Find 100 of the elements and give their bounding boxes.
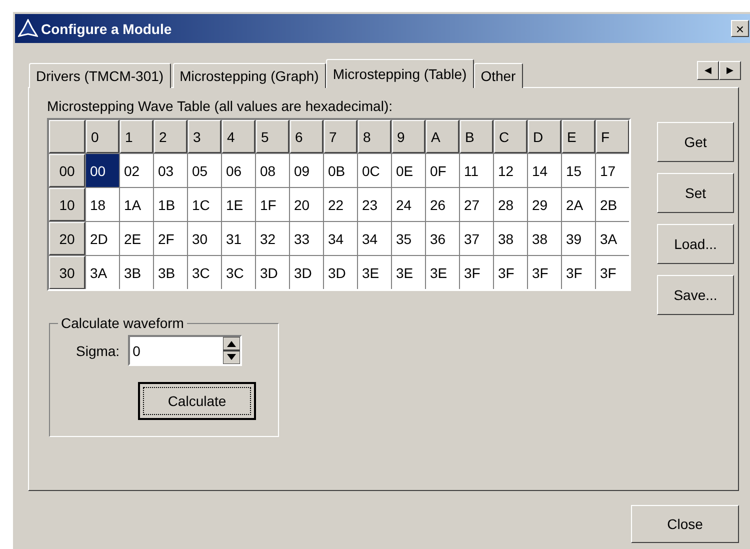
- table-cell[interactable]: 3A: [86, 256, 119, 289]
- table-cell[interactable]: 3F: [596, 256, 629, 289]
- tab-scroll-button[interactable]: ◀: [697, 61, 719, 80]
- column-header: 7: [324, 120, 357, 153]
- corner-cell: [49, 120, 85, 153]
- window-title: Configure a Module: [41, 20, 173, 36]
- table-cell[interactable]: 1F: [256, 188, 289, 221]
- column-header: 1: [120, 120, 153, 153]
- table-cell[interactable]: 3E: [426, 256, 459, 289]
- table-cell[interactable]: 26: [426, 188, 459, 221]
- table-cell[interactable]: 3A: [596, 222, 629, 255]
- logo-icon: [18, 18, 38, 38]
- table-cell[interactable]: 35: [392, 222, 425, 255]
- column-header: 6: [290, 120, 323, 153]
- table-cell[interactable]: 15: [562, 154, 595, 187]
- tab[interactable]: Drivers (TMCM-301): [29, 63, 171, 88]
- action-button[interactable]: Set: [657, 173, 734, 213]
- table-cell[interactable]: 23: [358, 188, 391, 221]
- table-cell[interactable]: 18: [86, 188, 119, 221]
- column-header: 4: [222, 120, 255, 153]
- table-cell[interactable]: 3F: [494, 256, 527, 289]
- table-cell[interactable]: 29: [528, 188, 561, 221]
- table-cell[interactable]: 31: [222, 222, 255, 255]
- tab-scroll-button[interactable]: ▶: [719, 61, 741, 80]
- sigma-label: Sigma:: [76, 342, 120, 358]
- table-cell[interactable]: 11: [460, 154, 493, 187]
- table-cell[interactable]: 34: [324, 222, 357, 255]
- column-header: B: [460, 120, 493, 153]
- table-cell[interactable]: 2E: [120, 222, 153, 255]
- table-cell[interactable]: 0F: [426, 154, 459, 187]
- row-header: 30: [49, 256, 85, 289]
- table-cell[interactable]: 3F: [562, 256, 595, 289]
- table-cell[interactable]: 20: [290, 188, 323, 221]
- column-header: 2: [154, 120, 187, 153]
- table-cell[interactable]: 02: [120, 154, 153, 187]
- table-cell[interactable]: 37: [460, 222, 493, 255]
- table-cell[interactable]: 22: [324, 188, 357, 221]
- table-cell[interactable]: 2B: [596, 188, 629, 221]
- table-cell[interactable]: 32: [256, 222, 289, 255]
- column-header: 9: [392, 120, 425, 153]
- table-cell[interactable]: 28: [494, 188, 527, 221]
- table-cell[interactable]: 1E: [222, 188, 255, 221]
- table-cell[interactable]: 06: [222, 154, 255, 187]
- table-cell[interactable]: 30: [188, 222, 221, 255]
- table-cell[interactable]: 34: [358, 222, 391, 255]
- table-cell[interactable]: 3B: [120, 256, 153, 289]
- table-cell[interactable]: 2D: [86, 222, 119, 255]
- table-cell[interactable]: 1A: [120, 188, 153, 221]
- tab[interactable]: Other: [474, 63, 523, 88]
- table-cell[interactable]: 3D: [256, 256, 289, 289]
- table-cell[interactable]: 3B: [154, 256, 187, 289]
- tab[interactable]: Microstepping (Table): [326, 59, 474, 88]
- table-cell[interactable]: 3F: [528, 256, 561, 289]
- table-cell[interactable]: 3E: [358, 256, 391, 289]
- action-button[interactable]: Load...: [657, 224, 734, 264]
- table-cell[interactable]: 1B: [154, 188, 187, 221]
- sigma-value: 0: [132, 342, 142, 358]
- table-cell[interactable]: 3D: [290, 256, 323, 289]
- table-cell[interactable]: 2A: [562, 188, 595, 221]
- table-cell[interactable]: 2F: [154, 222, 187, 255]
- table-cell[interactable]: 3C: [222, 256, 255, 289]
- table-cell[interactable]: 33: [290, 222, 323, 255]
- table-cell[interactable]: 24: [392, 188, 425, 221]
- table-cell[interactable]: 0E: [392, 154, 425, 187]
- table-cell[interactable]: 08: [256, 154, 289, 187]
- table-cell[interactable]: 00: [86, 154, 119, 187]
- table-cell[interactable]: 17: [596, 154, 629, 187]
- column-header: D: [528, 120, 561, 153]
- tab[interactable]: Microstepping (Graph): [172, 63, 326, 88]
- group-title: Calculate waveform: [60, 315, 185, 331]
- table-cell[interactable]: 3F: [460, 256, 493, 289]
- table-caption: Microstepping Wave Table (all values are hexadecimal):: [47, 98, 394, 114]
- close-button[interactable]: Close: [631, 505, 739, 543]
- column-header: C: [494, 120, 527, 153]
- table-cell[interactable]: 0B: [324, 154, 357, 187]
- sigma-spinbox[interactable]: 0: [128, 335, 242, 366]
- close-icon[interactable]: ×: [731, 20, 749, 37]
- table-cell[interactable]: 0C: [358, 154, 391, 187]
- table-cell[interactable]: 38: [494, 222, 527, 255]
- action-button[interactable]: Save...: [657, 275, 734, 315]
- row-header: 00: [49, 154, 85, 187]
- spin-arrows-icon[interactable]: [222, 337, 240, 364]
- table-cell[interactable]: 38: [528, 222, 561, 255]
- table-cell[interactable]: 12: [494, 154, 527, 187]
- table-cell[interactable]: 36: [426, 222, 459, 255]
- calculate-button[interactable]: Calculate: [138, 382, 256, 420]
- column-header: 8: [358, 120, 391, 153]
- table-cell[interactable]: 27: [460, 188, 493, 221]
- table-cell[interactable]: 05: [188, 154, 221, 187]
- table-cell[interactable]: 39: [562, 222, 595, 255]
- column-header: 3: [188, 120, 221, 153]
- column-header: A: [426, 120, 459, 153]
- table-cell[interactable]: 3D: [324, 256, 357, 289]
- table-cell[interactable]: 3E: [392, 256, 425, 289]
- table-cell[interactable]: 3C: [188, 256, 221, 289]
- table-cell[interactable]: 03: [154, 154, 187, 187]
- table-cell[interactable]: 09: [290, 154, 323, 187]
- table-cell[interactable]: 1C: [188, 188, 221, 221]
- table-cell[interactable]: 14: [528, 154, 561, 187]
- action-button[interactable]: Get: [657, 122, 734, 162]
